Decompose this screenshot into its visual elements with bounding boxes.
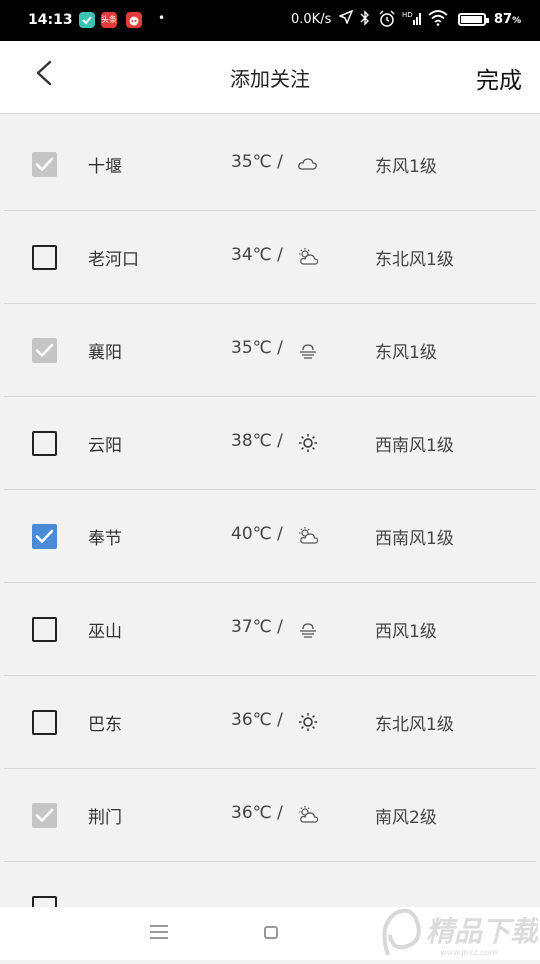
wifi-icon — [428, 10, 448, 32]
city-wind: 西风1级 — [375, 622, 437, 642]
city-temperature: 37℃ / — [231, 617, 283, 637]
network-speed: 0.0K/s — [291, 12, 332, 27]
city-temperature: 35℃ / — [231, 152, 283, 172]
checkbox-unchecked[interactable] — [32, 710, 57, 735]
city-wind: 东风1级 — [375, 157, 437, 177]
done-button[interactable]: 完成 — [476, 61, 522, 95]
sunny-icon — [297, 433, 319, 453]
cloudy-icon — [297, 154, 319, 174]
toutiao-app-icon: 头条 — [101, 12, 117, 28]
checkbox-checked[interactable] — [32, 524, 57, 549]
city-name: 老河口 — [88, 250, 139, 270]
checkbox-unchecked[interactable] — [32, 431, 57, 456]
city-row[interactable]: 襄阳 35℃ / 东风1级 — [0, 304, 540, 397]
svg-text:HD: HD — [402, 11, 413, 19]
city-temperature: 35℃ / — [231, 338, 283, 358]
bluetooth-icon — [360, 10, 370, 32]
city-name: 云阳 — [88, 436, 122, 456]
partly-cloudy-icon — [297, 805, 319, 825]
partly-cloudy-icon — [297, 247, 319, 267]
home-square-icon[interactable] — [264, 926, 278, 939]
city-temperature: 36℃ / — [231, 803, 283, 823]
city-wind: 东北风1级 — [375, 715, 454, 735]
city-wind: 西南风1级 — [375, 436, 454, 456]
city-temperature: 38℃ / — [231, 431, 283, 451]
city-row[interactable]: 巫山 37℃ / 西风1级 — [0, 583, 540, 676]
city-name: 奉节 — [88, 529, 122, 549]
city-row[interactable]: 奉节 40℃ / 西南风1级 — [0, 490, 540, 583]
city-name: 巴东 — [88, 715, 122, 735]
city-wind: 东北风1级 — [375, 250, 454, 270]
city-name: 襄阳 — [88, 343, 122, 363]
status-time: 14:13 — [28, 12, 73, 28]
city-row[interactable]: 老河口 34℃ / 东北风1级 — [0, 211, 540, 304]
city-wind: 南风2级 — [375, 808, 437, 828]
city-temperature: 36℃ / — [231, 710, 283, 730]
alarm-icon — [378, 10, 396, 34]
check-app-icon — [79, 12, 95, 28]
haze-icon — [297, 619, 319, 639]
battery-level: 87% — [494, 12, 522, 27]
city-row[interactable]: 荆门 36℃ / 南风2级 — [0, 769, 540, 862]
page-title: 添加关注 — [230, 67, 310, 91]
city-name: 巫山 — [88, 622, 122, 642]
more-notifications-dot: • — [158, 11, 166, 25]
city-name: 十堰 — [88, 157, 122, 177]
checkbox-unchecked[interactable] — [32, 617, 57, 642]
status-bar: 14:13 头条 • 0.0K/s HD 87% — [0, 0, 540, 41]
city-row[interactable]: 巴东 36℃ / 东北风1级 — [0, 676, 540, 769]
sunny-icon — [297, 712, 319, 732]
checkbox-unchecked[interactable] — [32, 245, 57, 270]
pig-app-icon — [126, 12, 142, 28]
location-icon — [338, 9, 354, 30]
city-wind: 西南风1级 — [375, 529, 454, 549]
battery-icon — [458, 13, 489, 26]
menu-icon[interactable] — [150, 925, 168, 939]
checkbox-disabled — [32, 152, 57, 177]
partly-cloudy-icon — [297, 526, 319, 546]
city-temperature: 34℃ / — [231, 245, 283, 265]
app-header: 添加关注 完成 — [0, 41, 540, 114]
hd-signal-icon: HD — [402, 10, 422, 28]
city-row[interactable]: 云阳 38℃ / 西南风1级 — [0, 397, 540, 490]
checkbox-disabled — [32, 803, 57, 828]
watermark-logo: 精品下载 www.jpxz.com — [378, 905, 540, 960]
checkbox-disabled — [32, 338, 57, 363]
haze-icon — [297, 340, 319, 360]
svg-text:www.jpxz.com: www.jpxz.com — [440, 948, 498, 957]
city-wind: 东风1级 — [375, 343, 437, 363]
svg-text:精品下载: 精品下载 — [426, 915, 538, 948]
city-temperature: 40℃ / — [231, 524, 283, 544]
city-name: 荆门 — [88, 808, 122, 828]
city-row[interactable]: 十堰 35℃ / 东风1级 — [0, 118, 540, 211]
